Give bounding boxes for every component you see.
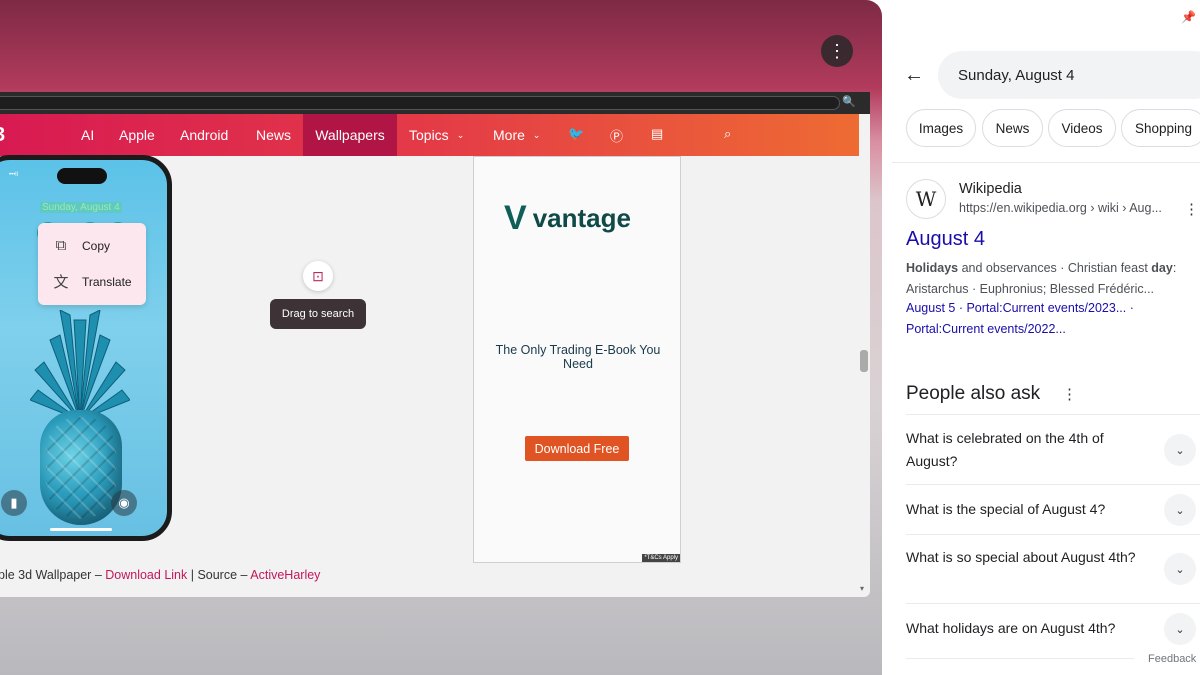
snippet-text: and observances · Christian feast — [958, 261, 1152, 275]
nav-item-topics[interactable]: Topics ⌄ — [397, 114, 476, 156]
flashlight-icon[interactable]: ▮ — [1, 490, 27, 516]
phone-mockup: •••ll Sunday, August 4 ▮ ◉ — [0, 155, 172, 541]
nav-item-ai[interactable]: AI — [69, 114, 106, 156]
vantage-logo-icon: V — [504, 199, 527, 237]
search-query: Sunday, August 4 — [958, 66, 1075, 84]
paa-question[interactable]: What is the special of August 4? ⌄ — [906, 484, 1200, 534]
drag-to-search-tooltip: Drag to search — [270, 299, 366, 329]
download-link[interactable]: Download Link — [105, 568, 187, 582]
snippet-bold: day — [1151, 261, 1173, 275]
more-vert-icon[interactable]: ⋮ — [1184, 200, 1199, 218]
paa-question[interactable]: What holidays are on August 4th? ⌄ — [906, 603, 1200, 658]
translate-label: Translate — [82, 274, 132, 289]
scrollbar-thumb[interactable] — [860, 350, 868, 372]
site-logo[interactable]: 3 — [0, 124, 8, 146]
more-vert-icon[interactable]: ⋮ — [1062, 385, 1077, 403]
result-sitelinks[interactable]: August 5 · Portal:Current events/2023...… — [906, 298, 1192, 339]
snippet-bold: Holidays — [906, 261, 959, 275]
chip-videos[interactable]: Videos — [1048, 109, 1116, 147]
caption-mid: | Source – — [187, 568, 251, 582]
web-page: 🔍 3 AI Apple Android News Wallpapers Top… — [0, 92, 870, 597]
paa-question[interactable]: What is so special about August 4th? ⌄ — [906, 534, 1200, 603]
lens-icon[interactable]: ⊡ — [303, 261, 333, 291]
pineapple-body — [40, 410, 122, 525]
dynamic-island — [57, 168, 107, 184]
wikipedia-icon[interactable]: W — [906, 179, 946, 219]
source-link[interactable]: ActiveHarley — [250, 568, 320, 582]
paa-question-text: What is the special of August 4? — [906, 501, 1106, 517]
nav-item-apple[interactable]: Apple — [107, 114, 167, 156]
more-vert-icon[interactable]: ⋮ — [821, 35, 853, 67]
divider — [906, 658, 1134, 659]
result-source-url[interactable]: https://en.wikipedia.org › wiki › Aug... — [959, 201, 1162, 215]
chevron-down-icon[interactable]: ⌄ — [1164, 434, 1196, 466]
chevron-down-icon: ⌄ — [532, 129, 541, 140]
caption-prefix: ple 3d Wallpaper – — [0, 568, 106, 582]
site-nav: 3 AI Apple Android News Wallpapers Topic… — [0, 114, 859, 156]
nav-item-label: Topics — [409, 127, 449, 143]
paa-question-text: What is so special about August 4th? — [906, 549, 1136, 565]
chevron-down-icon[interactable]: ⌄ — [1164, 494, 1196, 526]
chevron-down-icon[interactable]: ⌄ — [1164, 613, 1196, 645]
result-source-name[interactable]: Wikipedia — [959, 181, 1022, 197]
search-input[interactable]: Sunday, August 4 — [938, 51, 1200, 99]
ad-brand: V vantage — [504, 201, 631, 235]
context-menu: ⧉ Copy 文 Translate — [38, 223, 146, 305]
ad-tagline: The Only Trading E-Book You Need — [495, 343, 661, 371]
people-also-ask-title: People also ask — [906, 383, 1041, 404]
address-bar: 🔍 — [0, 92, 870, 114]
nav-item-news[interactable]: News — [244, 114, 303, 156]
wallpaper-caption: ple 3d Wallpaper – Download Link | Sourc… — [0, 568, 320, 582]
search-icon[interactable]: ⌕ — [724, 126, 731, 142]
url-field[interactable] — [0, 96, 840, 110]
rss-icon[interactable]: ▤ — [651, 126, 663, 142]
camera-icon[interactable]: ◉ — [111, 490, 137, 516]
scroll-down-arrow[interactable]: ▾ — [860, 584, 864, 593]
divider — [892, 162, 1200, 163]
phone-date[interactable]: Sunday, August 4 — [40, 202, 122, 213]
paa-question-text: What is celebrated on the 4th of August? — [906, 430, 1104, 469]
pinterest-icon[interactable]: Ⓟ — [610, 126, 623, 145]
status-carrier: •••ll — [9, 172, 18, 178]
pineapple-leaves — [30, 310, 130, 420]
nav-item-more[interactable]: More ⌄ — [481, 114, 552, 156]
chevron-down-icon: ⌄ — [456, 129, 465, 140]
nav-item-label: More — [493, 127, 525, 143]
pin-icon[interactable]: 📌 — [1181, 10, 1196, 24]
ad-brand-name: vantage — [532, 202, 631, 233]
chip-images[interactable]: Images — [906, 109, 976, 147]
download-free-button[interactable]: Download Free — [525, 436, 629, 461]
result-snippet: Holidays and observances · Christian fea… — [906, 258, 1192, 299]
feedback-link[interactable]: Feedback — [1148, 653, 1196, 665]
translate-menu-item[interactable]: 文 Translate — [52, 271, 132, 292]
result-title[interactable]: August 4 — [906, 228, 985, 251]
nav-item-wallpapers[interactable]: Wallpapers — [303, 114, 397, 156]
nav-item-android[interactable]: Android — [168, 114, 240, 156]
paa-question-text: What holidays are on August 4th? — [906, 620, 1116, 636]
copy-icon: ⧉ — [55, 237, 67, 254]
copy-menu-item[interactable]: ⧉ Copy — [52, 237, 110, 254]
home-indicator — [50, 528, 112, 531]
advertisement[interactable]: V vantage The Only Trading E-Book You Ne… — [473, 156, 681, 563]
copy-label: Copy — [82, 238, 111, 253]
ad-terms: *T&Cs Apply — [642, 554, 680, 562]
back-arrow-icon[interactable]: ← — [904, 64, 924, 87]
chip-news[interactable]: News — [982, 109, 1043, 147]
paa-question[interactable]: What is celebrated on the 4th of August?… — [906, 414, 1200, 484]
chip-shopping[interactable]: Shopping — [1121, 109, 1200, 147]
translate-icon: 文 — [53, 274, 69, 291]
search-side-panel: 📌 ← Sunday, August 4 Images News Videos … — [882, 0, 1200, 675]
search-icon[interactable]: 🔍 — [842, 95, 856, 108]
chevron-down-icon[interactable]: ⌄ — [1164, 553, 1196, 585]
twitter-icon[interactable]: 🐦 — [568, 126, 584, 142]
